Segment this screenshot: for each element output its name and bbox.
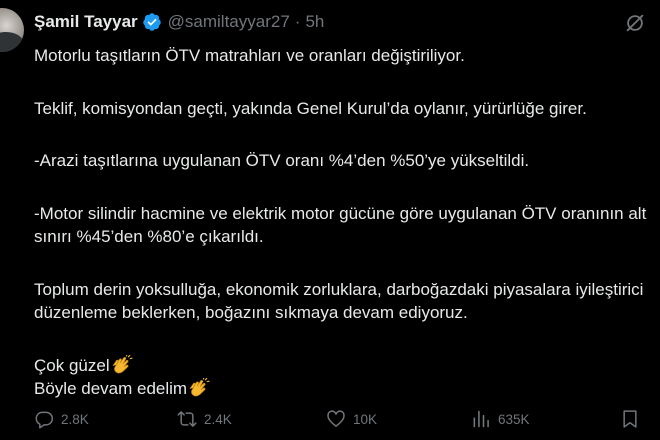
clapping-hands-icon bbox=[112, 354, 133, 373]
avatar[interactable] bbox=[0, 8, 24, 52]
action-bar: 2.8K 2.4K 10K 635K bbox=[34, 408, 644, 432]
reply-button[interactable]: 2.8K bbox=[34, 408, 89, 430]
views-count: 635K bbox=[498, 411, 530, 427]
tweet-text: Motorlu taşıtların ÖTV matrahları ve ora… bbox=[34, 44, 649, 401]
like-count: 10K bbox=[353, 411, 378, 427]
closing-line-1: Çok güzel bbox=[34, 355, 110, 375]
clapping-hands-icon bbox=[189, 378, 210, 397]
grok-icon[interactable] bbox=[624, 12, 646, 34]
verified-badge-icon bbox=[142, 13, 161, 31]
reply-icon bbox=[35, 411, 54, 429]
like-button[interactable]: 10K bbox=[326, 408, 377, 430]
analytics-icon bbox=[473, 410, 489, 428]
bookmark-icon bbox=[623, 410, 637, 428]
tweet-paragraph: Motorlu taşıtların ÖTV matrahları ve ora… bbox=[34, 46, 465, 65]
closing-line-2: Böyle devam edelim bbox=[34, 379, 188, 398]
repost-button[interactable]: 2.4K bbox=[177, 408, 232, 430]
tweet-paragraph: -Motor silindir hacmine ve elektrik moto… bbox=[34, 203, 652, 247]
tweet-paragraph: -Arazi taşıtlarına uygulanan ÖTV oranı %… bbox=[34, 151, 530, 170]
author-name[interactable]: Şamil Tayyar bbox=[34, 12, 138, 32]
views-button[interactable]: 635K bbox=[471, 408, 530, 430]
tweet-paragraph: Toplum derin yoksulluğa, ekonomik zorluk… bbox=[34, 279, 649, 323]
tweet-header: Şamil Tayyar @samiltayyar27 · 5h bbox=[34, 11, 324, 33]
separator-dot: · bbox=[294, 12, 301, 31]
bookmark-button[interactable] bbox=[620, 408, 647, 430]
tweet-paragraph: Teklif, komisyondan geçti, yakında Genel… bbox=[34, 98, 587, 118]
tweet-timestamp[interactable]: 5h bbox=[305, 12, 324, 32]
heart-icon bbox=[327, 410, 345, 427]
repost-icon bbox=[177, 411, 197, 427]
closing-line: Böyle devam edelim bbox=[34, 377, 649, 401]
reply-count: 2.8K bbox=[61, 411, 89, 427]
tweet-card[interactable]: Şamil Tayyar @samiltayyar27 · 5h Motorlu… bbox=[0, 0, 660, 440]
closing-line: Çok güzel bbox=[34, 354, 649, 378]
author-handle[interactable]: @samiltayyar27 bbox=[168, 12, 290, 32]
repost-count: 2.4K bbox=[204, 411, 232, 427]
